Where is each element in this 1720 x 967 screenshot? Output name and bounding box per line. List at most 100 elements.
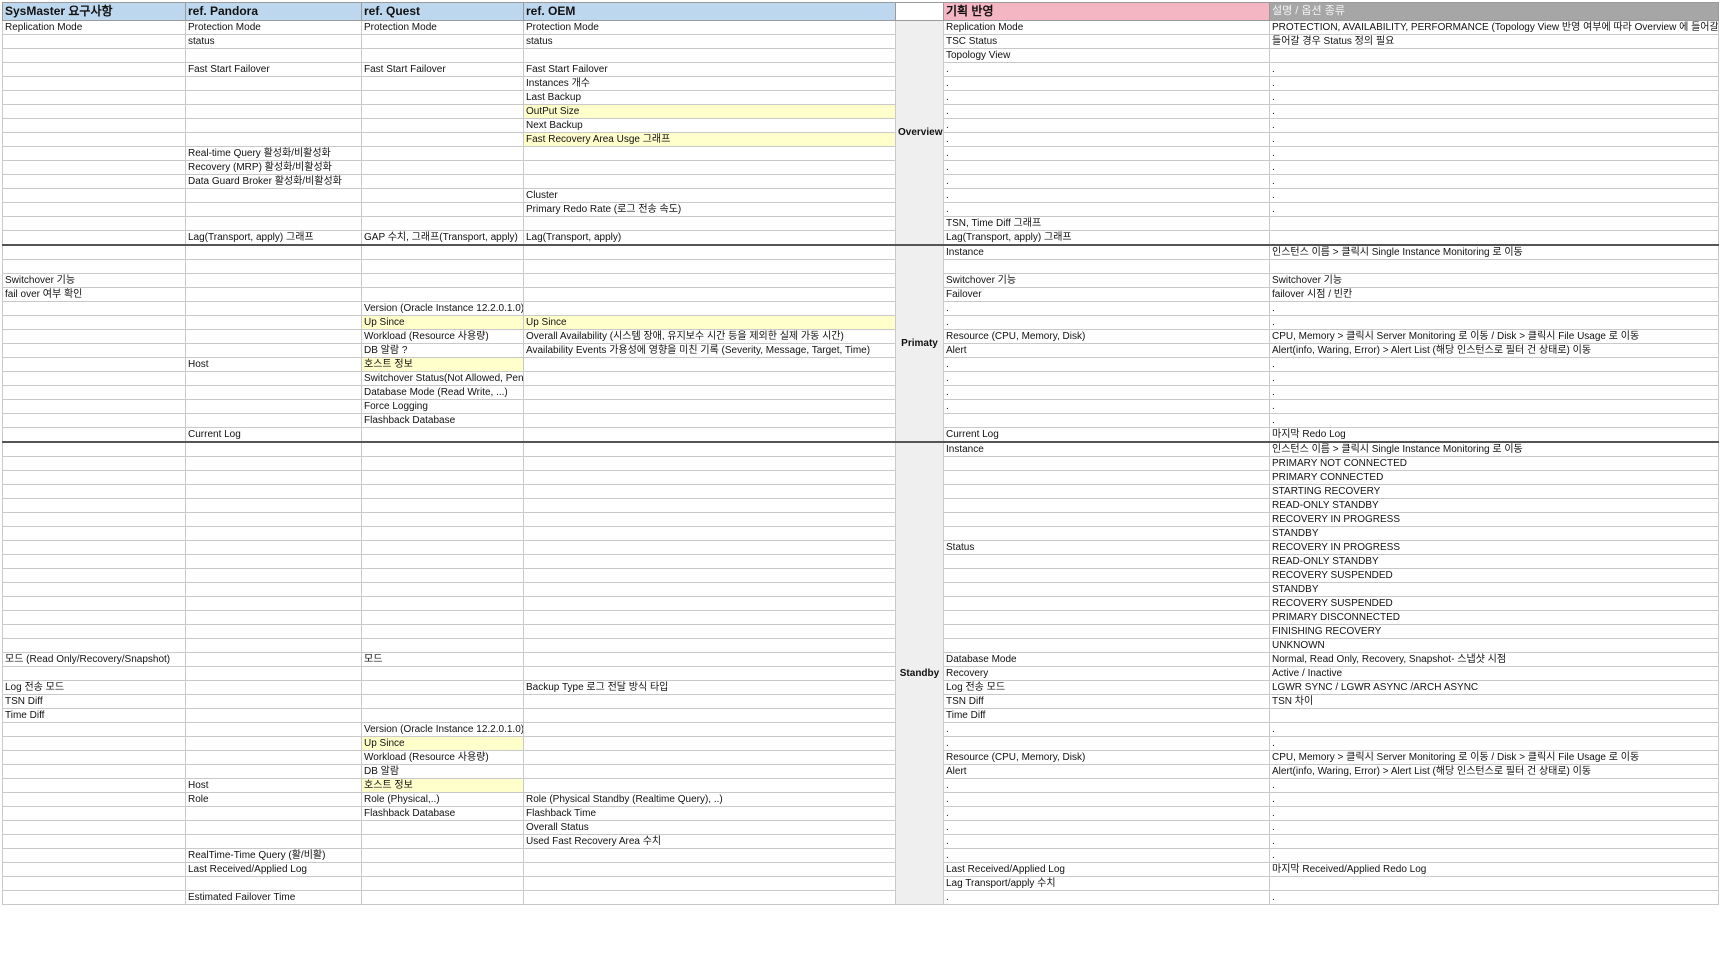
sysmaster-cell[interactable] — [2, 174, 186, 189]
quest-cell[interactable]: Up Since — [361, 315, 524, 330]
oem-cell[interactable] — [523, 456, 896, 471]
pandora-cell[interactable] — [185, 259, 362, 274]
oem-cell[interactable] — [523, 540, 896, 555]
plan-cell[interactable]: . — [943, 62, 1270, 77]
pandora-cell[interactable] — [185, 596, 362, 611]
description-cell[interactable]: RECOVERY IN PROGRESS — [1269, 512, 1719, 527]
oem-cell[interactable]: Used Fast Recovery Area 수치 — [523, 834, 896, 849]
pandora-cell[interactable] — [185, 216, 362, 231]
description-cell[interactable]: READ-ONLY STANDBY — [1269, 498, 1719, 513]
description-cell[interactable]: STANDBY — [1269, 526, 1719, 541]
description-cell[interactable] — [1269, 259, 1719, 274]
pandora-cell[interactable] — [185, 456, 362, 471]
sysmaster-cell[interactable] — [2, 890, 186, 905]
pandora-cell[interactable] — [185, 652, 362, 667]
header-quest[interactable]: ref. Quest — [361, 2, 524, 21]
sysmaster-cell[interactable] — [2, 202, 186, 217]
plan-cell[interactable]: . — [943, 315, 1270, 330]
quest-cell[interactable]: Flashback Database — [361, 413, 524, 428]
pandora-cell[interactable] — [185, 736, 362, 751]
oem-cell[interactable] — [523, 216, 896, 231]
oem-cell[interactable] — [523, 568, 896, 583]
quest-cell[interactable] — [361, 287, 524, 302]
oem-cell[interactable]: Overall Availability (시스템 장애, 유지보수 시간 등을… — [523, 329, 896, 344]
plan-cell[interactable]: Database Mode — [943, 652, 1270, 667]
pandora-cell[interactable] — [185, 287, 362, 302]
pandora-cell[interactable] — [185, 876, 362, 891]
sysmaster-cell[interactable] — [2, 834, 186, 849]
section-label[interactable]: Overview — [895, 20, 944, 246]
quest-cell[interactable] — [361, 484, 524, 499]
sysmaster-cell[interactable] — [2, 216, 186, 231]
sysmaster-cell[interactable] — [2, 792, 186, 807]
description-cell[interactable]: . — [1269, 132, 1719, 147]
sysmaster-cell[interactable] — [2, 104, 186, 119]
quest-cell[interactable]: 호스트 정보 — [361, 357, 524, 372]
description-cell[interactable]: Alert(info, Waring, Error) > Alert List … — [1269, 764, 1719, 779]
oem-cell[interactable]: Lag(Transport, apply) — [523, 230, 896, 246]
quest-cell[interactable] — [361, 427, 524, 443]
description-cell[interactable]: 인스턴스 이름 > 클릭시 Single Instance Monitoring… — [1269, 244, 1719, 260]
pandora-cell[interactable]: Current Log — [185, 427, 362, 443]
oem-cell[interactable]: Fast Recovery Area Usge 그래프 — [523, 132, 896, 147]
oem-cell[interactable]: Protection Mode — [523, 20, 896, 35]
plan-cell[interactable]: . — [943, 301, 1270, 316]
description-cell[interactable]: LGWR SYNC / LGWR ASYNC /ARCH ASYNC — [1269, 680, 1719, 695]
description-cell[interactable] — [1269, 876, 1719, 891]
description-cell[interactable]: . — [1269, 413, 1719, 428]
oem-cell[interactable] — [523, 301, 896, 316]
oem-cell[interactable] — [523, 624, 896, 639]
description-cell[interactable]: CPU, Memory > 클릭시 Server Monitoring 로 이동… — [1269, 750, 1719, 765]
quest-cell[interactable] — [361, 259, 524, 274]
pandora-cell[interactable] — [185, 834, 362, 849]
description-cell[interactable]: . — [1269, 174, 1719, 189]
oem-cell[interactable] — [523, 146, 896, 161]
plan-cell[interactable]: . — [943, 357, 1270, 372]
quest-cell[interactable] — [361, 48, 524, 63]
plan-cell[interactable]: Alert — [943, 764, 1270, 779]
sysmaster-cell[interactable]: Time Diff — [2, 708, 186, 723]
plan-cell[interactable]: . — [943, 806, 1270, 821]
pandora-cell[interactable] — [185, 132, 362, 147]
oem-cell[interactable]: Availability Events 가용성에 영향을 미친 기록 (Seve… — [523, 343, 896, 358]
description-cell[interactable]: failover 시점 / 빈칸 — [1269, 287, 1719, 302]
quest-cell[interactable] — [361, 188, 524, 203]
quest-cell[interactable]: Flashback Database — [361, 806, 524, 821]
plan-cell[interactable]: Switchover 기능 — [943, 273, 1270, 288]
description-cell[interactable] — [1269, 216, 1719, 231]
pandora-cell[interactable] — [185, 722, 362, 737]
oem-cell[interactable] — [523, 610, 896, 625]
description-cell[interactable]: RECOVERY IN PROGRESS — [1269, 540, 1719, 555]
description-cell[interactable]: TSN 차이 — [1269, 694, 1719, 709]
plan-cell[interactable]: Recovery — [943, 666, 1270, 681]
plan-cell[interactable] — [943, 568, 1270, 583]
pandora-cell[interactable] — [185, 554, 362, 569]
quest-cell[interactable] — [361, 174, 524, 189]
sysmaster-cell[interactable]: fail over 여부 확인 — [2, 287, 186, 302]
quest-cell[interactable] — [361, 76, 524, 91]
pandora-cell[interactable] — [185, 512, 362, 527]
plan-cell[interactable]: . — [943, 188, 1270, 203]
pandora-cell[interactable] — [185, 806, 362, 821]
quest-cell[interactable] — [361, 624, 524, 639]
quest-cell[interactable] — [361, 34, 524, 49]
oem-cell[interactable] — [523, 441, 896, 457]
oem-cell[interactable] — [523, 427, 896, 443]
description-cell[interactable]: 들어갈 경우 Status 정의 필요 — [1269, 34, 1719, 49]
plan-cell[interactable]: . — [943, 834, 1270, 849]
quest-cell[interactable] — [361, 498, 524, 513]
header-pandora[interactable]: ref. Pandora — [185, 2, 362, 21]
quest-cell[interactable]: 호스트 정보 — [361, 778, 524, 793]
plan-cell[interactable] — [943, 638, 1270, 653]
description-cell[interactable]: . — [1269, 76, 1719, 91]
sysmaster-cell[interactable] — [2, 512, 186, 527]
quest-cell[interactable]: Version (Oracle Instance 12.2.0.1.0) — [361, 301, 524, 316]
oem-cell[interactable] — [523, 371, 896, 386]
sysmaster-cell[interactable] — [2, 76, 186, 91]
description-cell[interactable]: Alert(info, Waring, Error) > Alert List … — [1269, 343, 1719, 358]
description-cell[interactable]: . — [1269, 160, 1719, 175]
header-oem[interactable]: ref. OEM — [523, 2, 896, 21]
plan-cell[interactable]: Log 전송 모드 — [943, 680, 1270, 695]
quest-cell[interactable] — [361, 876, 524, 891]
oem-cell[interactable] — [523, 876, 896, 891]
